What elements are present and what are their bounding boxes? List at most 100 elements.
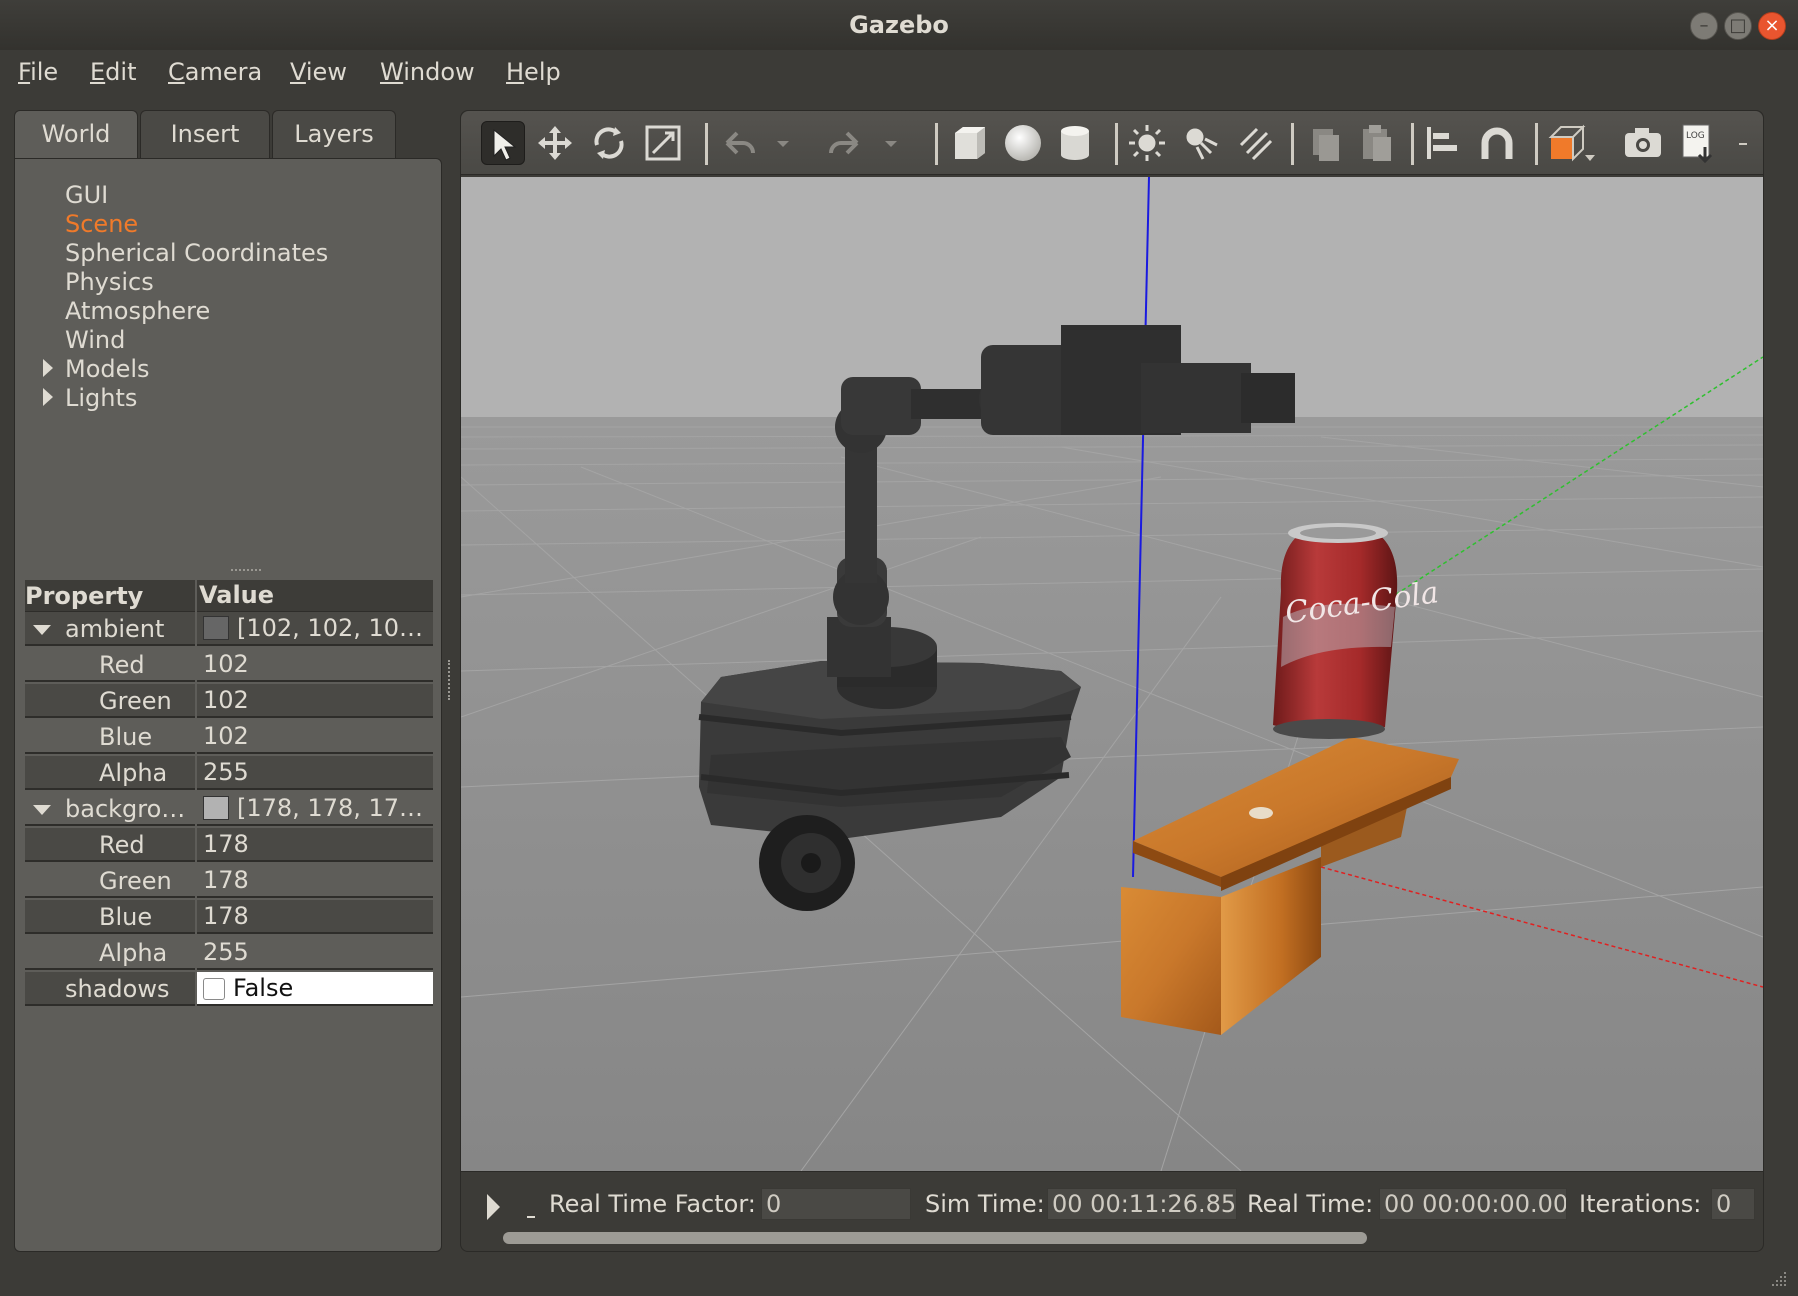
redo-icon[interactable] (823, 121, 867, 165)
property-name: shadows (65, 975, 170, 1003)
property-value[interactable]: 102 (197, 720, 433, 754)
toolbar-separator (1115, 123, 1118, 165)
property-name: Blue (99, 903, 153, 931)
collapse-arrow-icon[interactable] (33, 625, 51, 635)
tree-item-wind[interactable]: Wind (65, 326, 125, 354)
property-value[interactable]: 255 (197, 756, 433, 790)
property-row-red[interactable]: Red 102 (25, 648, 433, 682)
property-value[interactable]: 178 (197, 900, 433, 934)
property-row-red[interactable]: Red 178 (25, 828, 433, 862)
shadows-checkbox[interactable] (203, 978, 225, 1000)
splitter-handle[interactable] (231, 569, 261, 573)
sphere-shape-icon[interactable] (1001, 121, 1045, 165)
box-shape-icon[interactable] (947, 121, 991, 165)
align-icon[interactable] (1421, 121, 1465, 165)
tree-item-physics[interactable]: Physics (65, 268, 154, 296)
property-row-blue[interactable]: Blue 178 (25, 900, 433, 934)
property-row-green[interactable]: Green 178 (25, 864, 433, 898)
property-row-shadows[interactable]: shadows False (25, 972, 433, 1006)
property-row-blue[interactable]: Blue 102 (25, 720, 433, 754)
property-value[interactable]: 255 (197, 936, 433, 970)
3d-viewport[interactable]: Coca-Cola (461, 177, 1763, 1171)
tab-insert[interactable]: Insert (140, 110, 270, 158)
menu-window[interactable]: Window (380, 58, 475, 86)
tree-item-atmosphere[interactable]: Atmosphere (65, 297, 210, 325)
point-light-icon[interactable] (1125, 121, 1169, 165)
iterations-label: Iterations: (1579, 1190, 1702, 1218)
property-value: [102, 102, 10… (237, 614, 424, 642)
property-name: Green (99, 687, 172, 715)
status-bar: Real Time Factor: 0 Sim Time: 00 00:11:2… (461, 1171, 1763, 1251)
property-value[interactable]: 102 (197, 648, 433, 682)
redo-history-icon[interactable] (881, 121, 925, 165)
property-name: Blue (99, 723, 153, 751)
magnet-snap-icon[interactable] (1475, 121, 1519, 165)
property-value: False (233, 974, 294, 1002)
close-button[interactable]: × (1758, 12, 1786, 40)
tree-item-gui[interactable]: GUI (65, 181, 108, 209)
world-panel: World Insert Layers GUI Scene Spherical … (14, 110, 442, 1252)
property-row-alpha[interactable]: Alpha 255 (25, 936, 433, 970)
step-icon[interactable] (527, 1216, 535, 1218)
iterations-field: 0 (1711, 1188, 1755, 1220)
property-value[interactable]: 178 (197, 828, 433, 862)
property-row-green[interactable]: Green 102 (25, 684, 433, 718)
property-value: [178, 178, 17… (237, 794, 424, 822)
sim-time-field: 00 00:11:26.858 (1047, 1188, 1237, 1220)
panel-splitter-handle[interactable] (448, 660, 454, 700)
toolbar: LOG (461, 111, 1763, 175)
property-value[interactable]: 178 (197, 864, 433, 898)
expand-arrow-icon[interactable] (43, 359, 53, 377)
property-row-ambient[interactable]: ambient [102, 102, 10… (25, 612, 433, 646)
scene-render: Coca-Cola (461, 177, 1763, 1171)
copy-icon[interactable] (1303, 121, 1347, 165)
tab-world[interactable]: World (14, 110, 138, 160)
menu-camera[interactable]: Camera (168, 58, 262, 86)
view-angle-icon[interactable] (1547, 121, 1595, 165)
toolbar-separator (1291, 123, 1294, 165)
property-value[interactable]: 102 (197, 684, 433, 718)
property-table-header: Property Value (25, 580, 433, 614)
screenshot-camera-icon[interactable] (1621, 121, 1665, 165)
menu-help[interactable]: Help (506, 58, 561, 86)
paste-icon[interactable] (1355, 121, 1399, 165)
color-swatch[interactable] (203, 796, 229, 820)
menu-file[interactable]: File (18, 58, 58, 86)
menu-view[interactable]: View (290, 58, 347, 86)
select-tool-icon[interactable] (481, 121, 525, 165)
value-column-header: Value (197, 580, 433, 612)
scale-tool-icon[interactable] (641, 121, 685, 165)
log-recording-icon[interactable]: LOG (1677, 121, 1721, 165)
property-name: Alpha (99, 939, 168, 967)
play-icon[interactable] (487, 1194, 500, 1220)
tree-item-scene[interactable]: Scene (65, 210, 138, 238)
cylinder-shape-icon[interactable] (1053, 121, 1097, 165)
collapse-arrow-icon[interactable] (33, 805, 51, 815)
tree-item-lights[interactable]: Lights (65, 384, 137, 412)
resize-grip-icon[interactable] (1770, 1270, 1788, 1288)
minimize-button[interactable]: – (1690, 12, 1718, 40)
toolbar-overflow-icon[interactable] (1733, 121, 1753, 165)
tab-layers[interactable]: Layers (272, 110, 396, 158)
tree-item-models[interactable]: Models (65, 355, 150, 383)
property-row-background[interactable]: backgro… [178, 178, 17… (25, 792, 433, 826)
translate-tool-icon[interactable] (533, 121, 577, 165)
scene-panel: LOG Coca-Cola Real Time Factor: 0 Sim Ti… (460, 110, 1764, 1252)
real-time-factor-label: Real Time Factor: (549, 1190, 756, 1218)
expand-arrow-icon[interactable] (43, 388, 53, 406)
horizontal-scrollbar[interactable] (503, 1232, 1367, 1244)
spot-light-icon[interactable] (1179, 121, 1223, 165)
undo-icon[interactable] (717, 121, 761, 165)
real-time-field: 00 00:00:00.000 (1379, 1188, 1567, 1220)
rotate-tool-icon[interactable] (587, 121, 631, 165)
property-name: Alpha (99, 759, 168, 787)
undo-history-icon[interactable] (773, 121, 817, 165)
color-swatch[interactable] (203, 616, 229, 640)
directional-light-icon[interactable] (1233, 121, 1277, 165)
property-name: backgro… (65, 795, 186, 823)
property-column-header: Property (25, 582, 144, 610)
menu-edit[interactable]: Edit (90, 58, 136, 86)
tree-item-spherical-coordinates[interactable]: Spherical Coordinates (65, 239, 328, 267)
property-row-alpha[interactable]: Alpha 255 (25, 756, 433, 790)
maximize-button[interactable]: □ (1724, 12, 1752, 40)
